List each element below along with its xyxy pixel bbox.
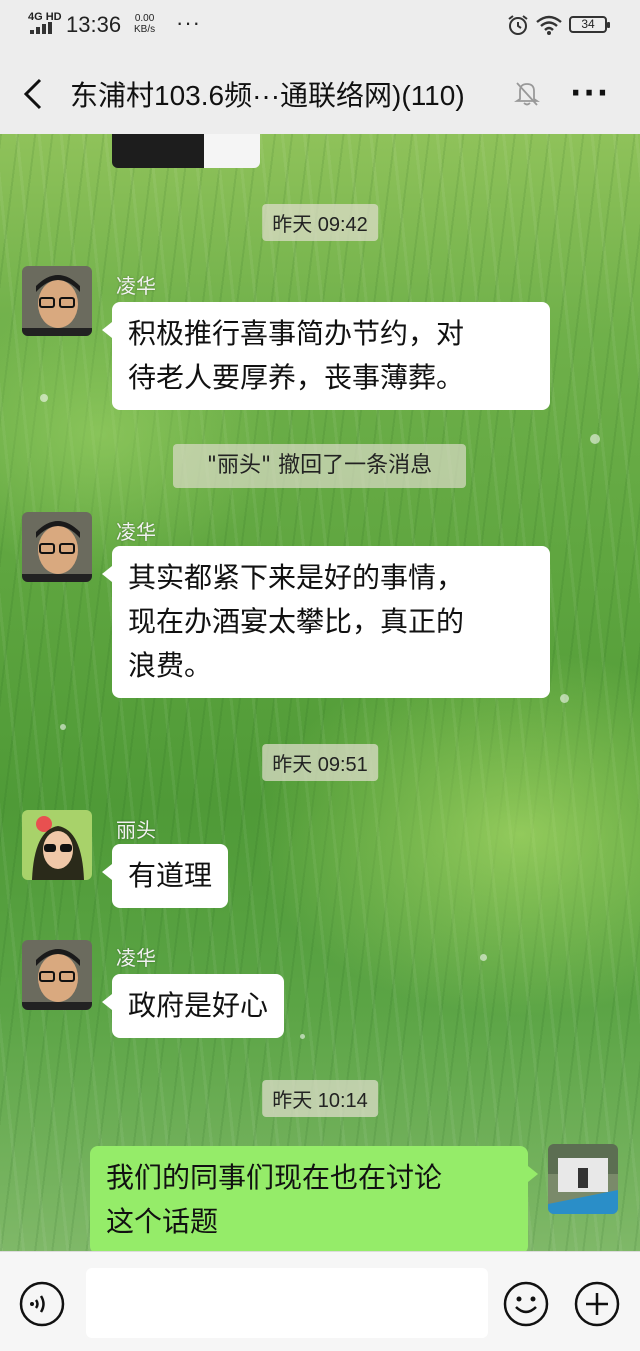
message-bubble[interactable]: 有道理 (101, 844, 229, 908)
alarm-icon (508, 15, 528, 35)
chat-title: 东浦村103.6频···通联络网)(110) (70, 80, 465, 111)
message-line: 这个话题 (106, 1205, 219, 1238)
background-dot (480, 954, 487, 961)
background-dot (560, 694, 569, 703)
battery-icon: 34 (569, 16, 610, 33)
message-line: 政府是好心 (128, 989, 269, 1022)
avatar-man-icon (22, 512, 92, 582)
status-bar: 4G HD 13:36 0.00 KB/s ··· 34 (0, 0, 640, 52)
emoji-icon[interactable] (502, 1280, 550, 1328)
sender-name: 凌华 (116, 520, 156, 544)
avatar-man-icon (22, 940, 92, 1010)
voice-input-icon[interactable] (18, 1280, 66, 1328)
background-dot (40, 394, 48, 402)
avatar[interactable] (22, 940, 92, 1010)
mute-bell-icon (514, 82, 540, 106)
avatar-man-icon (22, 266, 92, 336)
speed-value: 0.00 (134, 13, 155, 24)
sender-name: 凌华 (116, 274, 156, 298)
avatar[interactable] (22, 512, 92, 582)
message-line: 浪费。 (128, 649, 213, 682)
timestamp: 昨天 09:42 (262, 204, 378, 241)
speed-unit: KB/s (134, 24, 156, 35)
message-line: 有道理 (128, 859, 213, 892)
message-line: 待老人要厚养，丧事薄葬。 (128, 361, 465, 394)
background-dot (60, 724, 66, 730)
timestamp: 昨天 09:51 (262, 744, 378, 781)
message-line: 其实都紧下来是好的事情， (128, 561, 465, 594)
avatar[interactable] (22, 810, 92, 880)
my-message-bubble[interactable]: 我们的同事们现在也在讨论 这个话题 (90, 1146, 538, 1251)
wifi-icon (536, 15, 562, 35)
message-input[interactable] (86, 1268, 488, 1338)
my-avatar[interactable] (548, 1144, 618, 1214)
message-bubble[interactable]: 积极推行喜事简办节约，对 待老人要厚养，丧事薄葬。 (102, 302, 550, 410)
timestamp: 昨天 10:14 (262, 1080, 378, 1117)
message-bubble[interactable]: 政府是好心 (101, 974, 285, 1038)
network-indicator: 4G HD (28, 11, 62, 23)
clock: 13:36 (66, 12, 122, 37)
signal-icon (30, 22, 52, 34)
message-line: 我们的同事们现在也在讨论 (106, 1161, 443, 1194)
recall-notice: "丽头" 撤回了一条消息 (173, 444, 466, 488)
back-arrow-icon[interactable] (18, 76, 50, 112)
sender-name: 凌华 (116, 946, 156, 970)
background-dot (300, 1034, 305, 1039)
network-speed: 0.00 KB/s (134, 13, 155, 35)
background-dot (590, 434, 600, 444)
image-message-partial[interactable] (112, 134, 260, 168)
chat-header: 东浦村103.6频···通联络网)(110) ··· (0, 52, 640, 134)
avatar[interactable] (22, 266, 92, 336)
message-bubble[interactable]: 其实都紧下来是好的事情， 现在办酒宴太攀比，真正的 浪费。 (102, 546, 550, 698)
sender-name: 丽头 (116, 818, 156, 842)
message-line: 积极推行喜事简办节约，对 (128, 317, 465, 350)
input-bar (0, 1251, 640, 1351)
avatar-landscape-icon (548, 1144, 618, 1214)
more-options-button[interactable]: ··· (570, 76, 610, 111)
plus-icon[interactable] (573, 1280, 621, 1328)
chat-area[interactable]: 昨天 09:42 凌华 积极推行喜事简办节约，对 待老人要厚养，丧事薄葬。 "丽… (0, 134, 640, 1251)
status-more: ··· (176, 10, 201, 35)
message-line: 现在办酒宴太攀比，真正的 (128, 605, 465, 638)
avatar-woman-icon (22, 810, 92, 880)
